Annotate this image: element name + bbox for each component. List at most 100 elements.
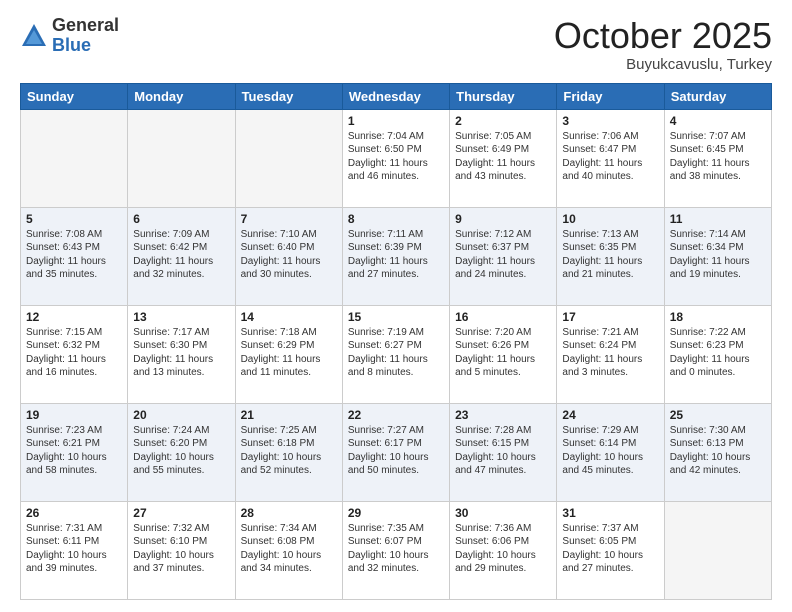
day-number: 12 — [26, 310, 122, 324]
day-info: Sunrise: 7:06 AM Sunset: 6:47 PM Dayligh… — [562, 130, 658, 184]
day-info: Sunrise: 7:21 AM Sunset: 6:24 PM Dayligh… — [562, 326, 658, 380]
day-number: 30 — [455, 506, 551, 520]
col-friday: Friday — [557, 83, 664, 109]
calendar-row: 5 Sunrise: 7:08 AM Sunset: 6:43 PM Daylig… — [21, 207, 772, 305]
day-info: Sunrise: 7:07 AM Sunset: 6:45 PM Dayligh… — [670, 130, 766, 184]
day-number: 31 — [562, 506, 658, 520]
day-info: Sunrise: 7:19 AM Sunset: 6:27 PM Dayligh… — [348, 326, 444, 380]
col-thursday: Thursday — [450, 83, 557, 109]
calendar-cell: 1 Sunrise: 7:04 AM Sunset: 6:50 PM Daylig… — [342, 109, 449, 207]
day-number: 15 — [348, 310, 444, 324]
page: General Blue October 2025 Buyukcavuslu, … — [0, 0, 792, 612]
day-number: 26 — [26, 506, 122, 520]
day-number: 1 — [348, 114, 444, 128]
day-info: Sunrise: 7:30 AM Sunset: 6:13 PM Dayligh… — [670, 424, 766, 478]
day-info: Sunrise: 7:14 AM Sunset: 6:34 PM Dayligh… — [670, 228, 766, 282]
day-info: Sunrise: 7:36 AM Sunset: 6:06 PM Dayligh… — [455, 522, 551, 576]
calendar-row: 1 Sunrise: 7:04 AM Sunset: 6:50 PM Daylig… — [21, 109, 772, 207]
calendar-cell: 7Sunrise: 7:10 AM Sunset: 6:40 PM Daylig… — [235, 207, 342, 305]
calendar-cell: 11 Sunrise: 7:14 AM Sunset: 6:34 PM Dayli… — [664, 207, 771, 305]
day-number: 20 — [133, 408, 229, 422]
calendar-cell: 15 Sunrise: 7:19 AM Sunset: 6:27 PM Dayli… — [342, 305, 449, 403]
calendar-cell: 24 Sunrise: 7:29 AM Sunset: 6:14 PM Dayli… — [557, 403, 664, 501]
calendar-cell — [21, 109, 128, 207]
day-info: Sunrise: 7:09 AM Sunset: 6:42 PM Dayligh… — [133, 228, 229, 282]
day-number: 9 — [455, 212, 551, 226]
day-info: Sunrise: 7:25 AM Sunset: 6:18 PM Dayligh… — [241, 424, 337, 478]
day-info: Sunrise: 7:04 AM Sunset: 6:50 PM Dayligh… — [348, 130, 444, 184]
day-number: 5 — [26, 212, 122, 226]
calendar-cell — [128, 109, 235, 207]
day-info: Sunrise: 7:34 AM Sunset: 6:08 PM Dayligh… — [241, 522, 337, 576]
day-number: 7 — [241, 212, 337, 226]
day-info: Sunrise: 7:05 AM Sunset: 6:49 PM Dayligh… — [455, 130, 551, 184]
calendar-cell: 19 Sunrise: 7:23 AM Sunset: 6:21 PM Dayli… — [21, 403, 128, 501]
day-number: 8 — [348, 212, 444, 226]
day-info: Sunrise: 7:22 AM Sunset: 6:23 PM Dayligh… — [670, 326, 766, 380]
day-info: Sunrise: 7:13 AM Sunset: 6:35 PM Dayligh… — [562, 228, 658, 282]
day-number: 6 — [133, 212, 229, 226]
day-info: Sunrise: 7:23 AM Sunset: 6:21 PM Dayligh… — [26, 424, 122, 478]
calendar-cell: 30 Sunrise: 7:36 AM Sunset: 6:06 PM Dayli… — [450, 501, 557, 599]
day-info: Sunrise: 7:35 AM Sunset: 6:07 PM Dayligh… — [348, 522, 444, 576]
day-number: 4 — [670, 114, 766, 128]
day-info: Sunrise: 7:32 AM Sunset: 6:10 PM Dayligh… — [133, 522, 229, 576]
day-number: 10 — [562, 212, 658, 226]
day-number: 11 — [670, 212, 766, 226]
day-number: 24 — [562, 408, 658, 422]
day-number: 3 — [562, 114, 658, 128]
logo-general-text: General — [52, 16, 119, 36]
day-number: 21 — [241, 408, 337, 422]
calendar-row: 12 Sunrise: 7:15 AM Sunset: 6:32 PM Dayli… — [21, 305, 772, 403]
day-info: Sunrise: 7:24 AM Sunset: 6:20 PM Dayligh… — [133, 424, 229, 478]
calendar-cell: 23Sunrise: 7:28 AM Sunset: 6:15 PM Dayli… — [450, 403, 557, 501]
calendar-cell: 13Sunrise: 7:17 AM Sunset: 6:30 PM Dayli… — [128, 305, 235, 403]
calendar-cell — [664, 501, 771, 599]
calendar-cell: 29 Sunrise: 7:35 AM Sunset: 6:07 PM Dayli… — [342, 501, 449, 599]
day-number: 22 — [348, 408, 444, 422]
day-info: Sunrise: 7:29 AM Sunset: 6:14 PM Dayligh… — [562, 424, 658, 478]
col-tuesday: Tuesday — [235, 83, 342, 109]
day-info: Sunrise: 7:28 AM Sunset: 6:15 PM Dayligh… — [455, 424, 551, 478]
day-info: Sunrise: 7:08 AM Sunset: 6:43 PM Dayligh… — [26, 228, 122, 282]
title-block: October 2025 Buyukcavuslu, Turkey — [554, 16, 772, 73]
calendar-cell: 28 Sunrise: 7:34 AM Sunset: 6:08 PM Dayli… — [235, 501, 342, 599]
day-number: 14 — [241, 310, 337, 324]
day-number: 16 — [455, 310, 551, 324]
header: General Blue October 2025 Buyukcavuslu, … — [20, 16, 772, 73]
day-number: 13 — [133, 310, 229, 324]
calendar-cell: 17Sunrise: 7:21 AM Sunset: 6:24 PM Dayli… — [557, 305, 664, 403]
logo-icon — [20, 22, 48, 50]
day-number: 29 — [348, 506, 444, 520]
calendar-table: Sunday Monday Tuesday Wednesday Thursday… — [20, 83, 772, 600]
logo-text: General Blue — [52, 16, 119, 56]
day-info: Sunrise: 7:15 AM Sunset: 6:32 PM Dayligh… — [26, 326, 122, 380]
calendar-cell: 20 Sunrise: 7:24 AM Sunset: 6:20 PM Dayli… — [128, 403, 235, 501]
day-number: 28 — [241, 506, 337, 520]
day-number: 18 — [670, 310, 766, 324]
calendar-cell: 3 Sunrise: 7:06 AM Sunset: 6:47 PM Daylig… — [557, 109, 664, 207]
calendar-cell: 2 Sunrise: 7:05 AM Sunset: 6:49 PM Daylig… — [450, 109, 557, 207]
main-title: October 2025 — [554, 16, 772, 56]
day-number: 2 — [455, 114, 551, 128]
calendar-cell: 22Sunrise: 7:27 AM Sunset: 6:17 PM Dayli… — [342, 403, 449, 501]
day-info: Sunrise: 7:11 AM Sunset: 6:39 PM Dayligh… — [348, 228, 444, 282]
calendar-cell: 25 Sunrise: 7:30 AM Sunset: 6:13 PM Dayli… — [664, 403, 771, 501]
calendar-cell: 4 Sunrise: 7:07 AM Sunset: 6:45 PM Daylig… — [664, 109, 771, 207]
day-info: Sunrise: 7:12 AM Sunset: 6:37 PM Dayligh… — [455, 228, 551, 282]
calendar-cell: 21 Sunrise: 7:25 AM Sunset: 6:18 PM Dayli… — [235, 403, 342, 501]
calendar-cell: 16Sunrise: 7:20 AM Sunset: 6:26 PM Dayli… — [450, 305, 557, 403]
day-info: Sunrise: 7:18 AM Sunset: 6:29 PM Dayligh… — [241, 326, 337, 380]
day-info: Sunrise: 7:37 AM Sunset: 6:05 PM Dayligh… — [562, 522, 658, 576]
day-number: 25 — [670, 408, 766, 422]
day-number: 27 — [133, 506, 229, 520]
day-number: 19 — [26, 408, 122, 422]
calendar-cell — [235, 109, 342, 207]
calendar-cell: 31 Sunrise: 7:37 AM Sunset: 6:05 PM Dayli… — [557, 501, 664, 599]
calendar-cell: 27 Sunrise: 7:32 AM Sunset: 6:10 PM Dayli… — [128, 501, 235, 599]
calendar-header-row: Sunday Monday Tuesday Wednesday Thursday… — [21, 83, 772, 109]
col-saturday: Saturday — [664, 83, 771, 109]
calendar-cell: 5 Sunrise: 7:08 AM Sunset: 6:43 PM Daylig… — [21, 207, 128, 305]
calendar-cell: 18 Sunrise: 7:22 AM Sunset: 6:23 PM Dayli… — [664, 305, 771, 403]
col-monday: Monday — [128, 83, 235, 109]
